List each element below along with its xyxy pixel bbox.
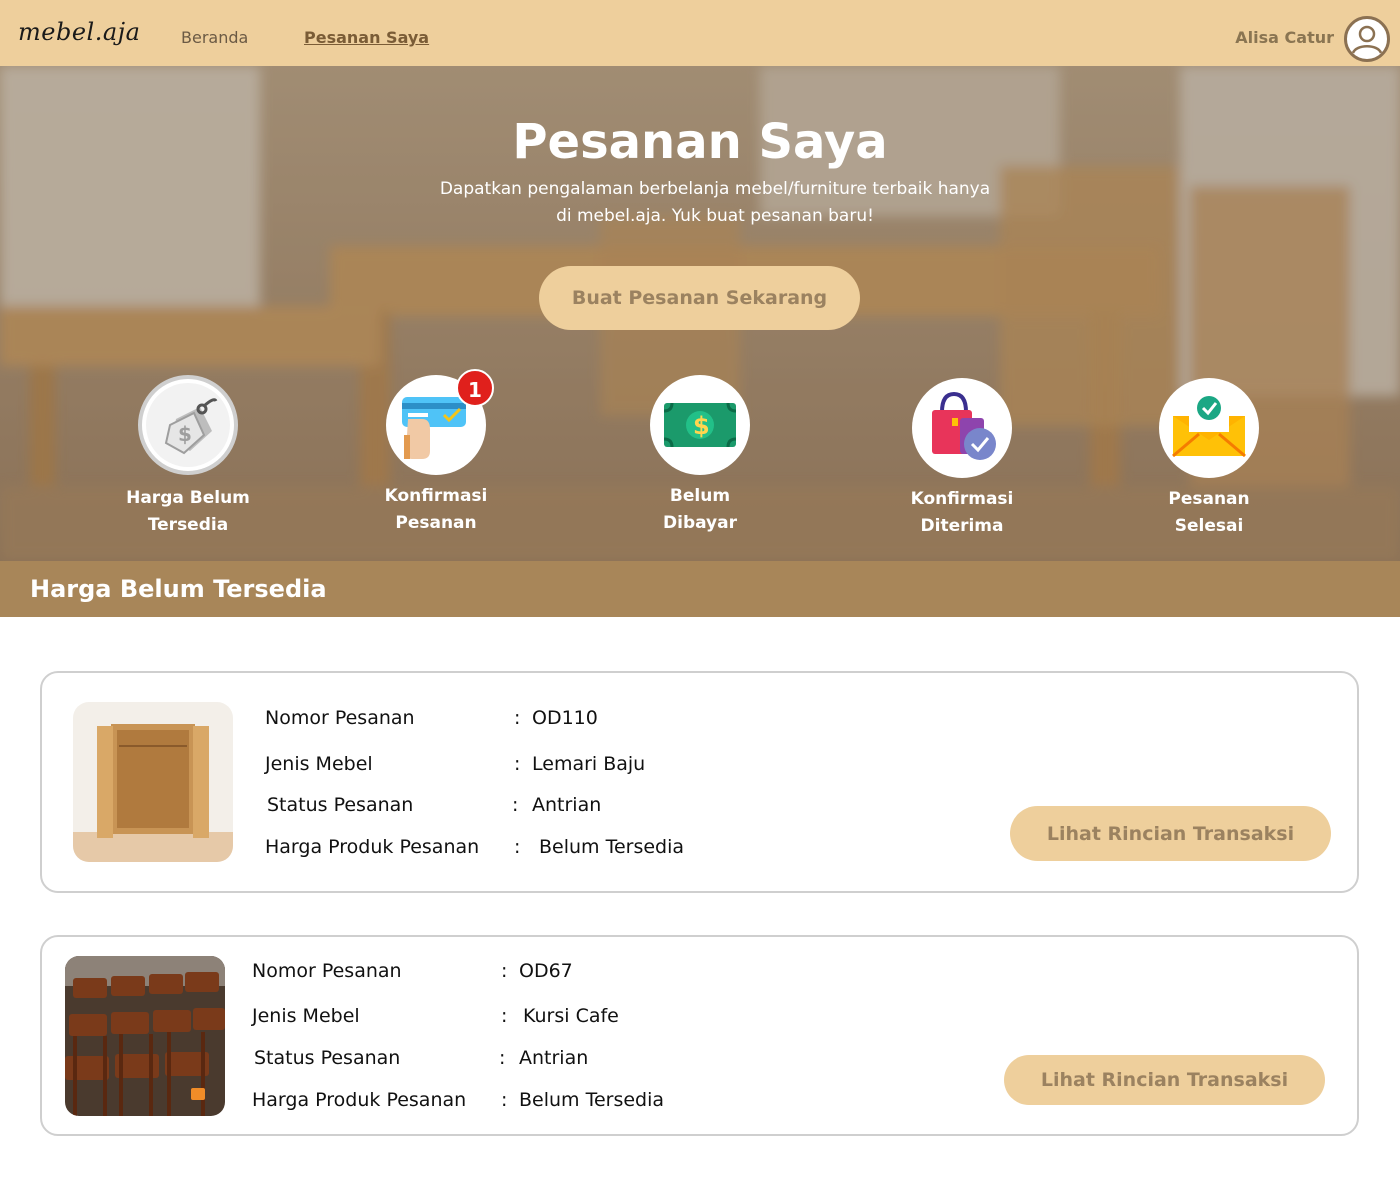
order-number-label: Nomor Pesanan — [252, 960, 402, 982]
step-label-line-1: Konfirmasi — [384, 486, 488, 506]
step-label-line-2: Selesai — [1174, 516, 1244, 536]
hero-subtitle: Dapatkan pengalaman berbelanja mebel/fur… — [410, 176, 1020, 230]
step-label-line-2: Diterima — [920, 516, 1004, 536]
status-label: Status Pesanan — [254, 1047, 401, 1069]
view-transaction-details-button[interactable]: Lihat Rincian Transaksi — [1004, 1055, 1325, 1105]
step-label-line-1: Pesanan — [1168, 489, 1250, 509]
step-belum-dibayar[interactable]: $ Belum Dibayar — [625, 375, 775, 537]
separator: : — [512, 794, 519, 816]
step-label-line-1: Belum — [669, 486, 731, 506]
step-label-line-2: Dibayar — [663, 513, 737, 533]
hero-subtitle-line-2: di mebel.aja. Yuk buat pesanan baru! — [556, 206, 874, 226]
user-name[interactable]: Alisa Catur — [1235, 28, 1334, 47]
furniture-type-label: Jenis Mebel — [252, 1005, 360, 1027]
nav-link-beranda[interactable]: Beranda — [181, 28, 248, 47]
separator: : — [514, 836, 521, 858]
top-navbar: mebel.aja Beranda Pesanan Saya Alisa Cat… — [0, 0, 1400, 66]
site-logo[interactable]: mebel.aja — [18, 18, 140, 46]
price-label: Harga Produk Pesanan — [252, 1089, 467, 1111]
page-title: Pesanan Saya — [512, 114, 888, 170]
order-card: Nomor Pesanan : OD67 Jenis Mebel : Kursi… — [40, 935, 1359, 1136]
cafe-chairs-photo — [65, 956, 225, 1116]
nav-link-pesanan-saya[interactable]: Pesanan Saya — [304, 28, 429, 47]
step-konfirmasi-diterima[interactable]: Konfirmasi Diterima — [887, 378, 1037, 540]
price-label: Harga Produk Pesanan — [265, 836, 480, 858]
order-number-value: OD110 — [532, 707, 598, 729]
step-harga-belum-tersedia[interactable]: $ Harga Belum Tersedia — [113, 375, 263, 539]
step-label-line-1: Harga Belum — [126, 488, 250, 508]
user-avatar-icon[interactable] — [1344, 16, 1390, 62]
separator: : — [499, 1047, 506, 1069]
price-value: Belum Tersedia — [519, 1089, 665, 1111]
step-konfirmasi-pesanan[interactable]: 1 Konfirmasi Pesanan — [361, 369, 511, 537]
status-label: Status Pesanan — [267, 794, 414, 816]
order-number-value: OD67 — [519, 960, 573, 982]
order-number-label: Nomor Pesanan — [265, 707, 415, 729]
separator: : — [501, 1089, 508, 1111]
price-value: Belum Tersedia — [539, 836, 685, 858]
envelope-check-icon — [1159, 378, 1259, 478]
price-tag-icon: $ — [138, 375, 238, 475]
create-order-button[interactable]: Buat Pesanan Sekarang — [539, 266, 860, 330]
separator: : — [501, 960, 508, 982]
notification-badge: 1 — [456, 369, 494, 407]
furniture-type-value: Lemari Baju — [532, 753, 646, 775]
furniture-type-label: Jenis Mebel — [265, 753, 373, 775]
wardrobe-photo — [73, 702, 233, 862]
step-label-line-1: Konfirmasi — [910, 489, 1014, 509]
money-bill-icon: $ — [650, 375, 750, 475]
separator: : — [501, 1005, 508, 1027]
svg-text:$: $ — [693, 412, 710, 440]
hero-subtitle-line-1: Dapatkan pengalaman berbelanja mebel/fur… — [439, 179, 991, 199]
view-transaction-details-button[interactable]: Lihat Rincian Transaksi — [1010, 806, 1331, 861]
status-value: Antrian — [519, 1047, 589, 1069]
step-label-line-2: Pesanan — [395, 513, 477, 533]
step-pesanan-selesai[interactable]: Pesanan Selesai — [1134, 378, 1284, 540]
svg-text:$: $ — [178, 422, 192, 446]
status-value: Antrian — [532, 794, 602, 816]
separator: : — [514, 707, 521, 729]
separator: : — [514, 753, 521, 775]
section-title: Harga Belum Tersedia — [30, 575, 327, 603]
furniture-type-value: Kursi Cafe — [523, 1005, 619, 1027]
order-card: Nomor Pesanan : OD110 Jenis Mebel : Lema… — [40, 671, 1359, 893]
section-header: Harga Belum Tersedia — [0, 561, 1400, 617]
step-label-line-2: Tersedia — [147, 515, 229, 535]
card-payment-icon: 1 — [386, 369, 494, 475]
shopping-bag-check-icon — [912, 378, 1012, 478]
hero-banner: Pesanan Saya Dapatkan pengalaman berbela… — [0, 66, 1400, 561]
